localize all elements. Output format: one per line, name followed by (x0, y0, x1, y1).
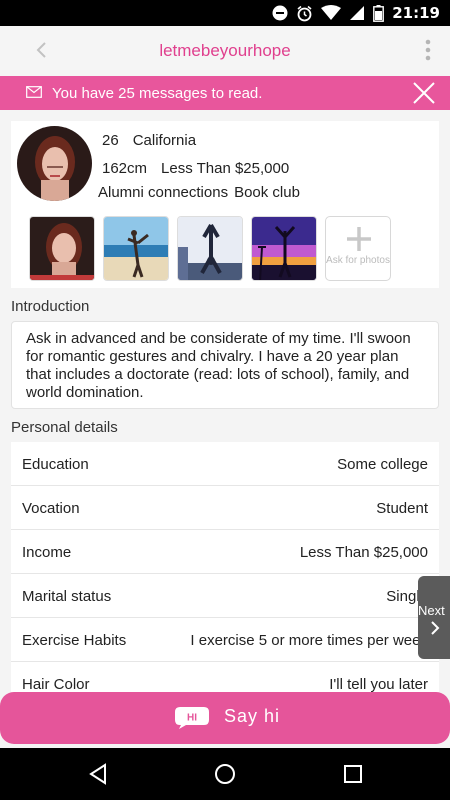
plus-icon (347, 227, 371, 251)
status-bar: 21:19 (0, 0, 450, 26)
detail-row: Marital status Single (11, 574, 439, 618)
message-banner[interactable]: You have 25 messages to read. (0, 76, 450, 110)
introduction-text: Ask in advanced and be considerate of my… (11, 321, 439, 409)
photo-strip: Ask for photos (29, 216, 391, 281)
avatar[interactable] (17, 126, 92, 201)
close-icon[interactable] (412, 81, 436, 105)
minus-circle-icon (272, 5, 288, 21)
signal-icon (350, 6, 364, 20)
system-nav-bar (0, 748, 450, 800)
chevron-right-icon (431, 621, 440, 635)
detail-label: Marital status (22, 588, 112, 605)
tag: Alumni connections (98, 184, 229, 201)
height-income: 162cm Less Than $25,000 (102, 160, 289, 177)
introduction-heading: Introduction (11, 298, 90, 315)
mail-icon (26, 86, 42, 98)
detail-row: Education Some college (11, 442, 439, 486)
detail-value: Less Than $25,000 (299, 544, 428, 561)
say-hi-button[interactable]: HI Say hi (0, 692, 450, 744)
recents-square-icon[interactable] (341, 762, 365, 786)
detail-value: I exercise 5 or more times per week (190, 632, 428, 649)
home-circle-icon[interactable] (213, 762, 237, 786)
height: 162cm (102, 160, 148, 177)
detail-label: Income (22, 544, 72, 561)
tag: Book club (234, 184, 300, 201)
detail-label: Hair Color (22, 676, 90, 693)
detail-row: Vocation Student (11, 486, 439, 530)
interest-tags: Alumni connections Book club (98, 184, 300, 201)
age: 26 (102, 132, 119, 149)
next-profile-button[interactable]: Next (418, 576, 450, 659)
more-vert-icon[interactable] (422, 38, 434, 64)
photo-thumbnail[interactable] (29, 216, 95, 281)
detail-row: Income Less Than $25,000 (11, 530, 439, 574)
photo-thumbnail[interactable] (177, 216, 243, 281)
detail-label: Exercise Habits (22, 632, 127, 649)
profile-card: 26 California 162cm Less Than $25,000 Alum… (11, 121, 439, 288)
income: Less Than $25,000 (161, 160, 290, 177)
location: California (132, 132, 197, 149)
personal-details-list: Education Some college Vocation Student … (11, 442, 439, 706)
next-label: Next (418, 603, 445, 618)
detail-value: Some college (337, 456, 428, 473)
detail-label: Vocation (22, 500, 80, 517)
detail-label: Education (22, 456, 89, 473)
say-hi-label: Say hi (224, 706, 281, 726)
battery-icon (373, 4, 384, 22)
personal-details-heading: Personal details (11, 419, 118, 436)
alarm-icon (297, 5, 312, 21)
chat-bubble-text: HI (187, 713, 197, 724)
clock: 21:19 (392, 4, 440, 22)
photo-thumbnail[interactable] (251, 216, 317, 281)
ask-for-photos-label: Ask for photos (326, 255, 390, 266)
status-icons (272, 4, 384, 22)
detail-value: Student (376, 500, 428, 517)
message-banner-text: You have 25 messages to read. (52, 85, 263, 102)
detail-value: I'll tell you later (329, 676, 428, 693)
app-header: letmebeyourhope (0, 26, 450, 76)
page-title: letmebeyourhope (159, 41, 291, 60)
wifi-icon (321, 5, 341, 20)
back-triangle-icon[interactable] (86, 762, 110, 786)
age-location: 26 California (102, 132, 196, 149)
detail-row: Exercise Habits I exercise 5 or more tim… (11, 618, 439, 662)
chat-bubble-icon: HI (175, 707, 209, 729)
ask-for-photos-button[interactable]: Ask for photos (325, 216, 391, 281)
photo-thumbnail[interactable] (103, 216, 169, 281)
